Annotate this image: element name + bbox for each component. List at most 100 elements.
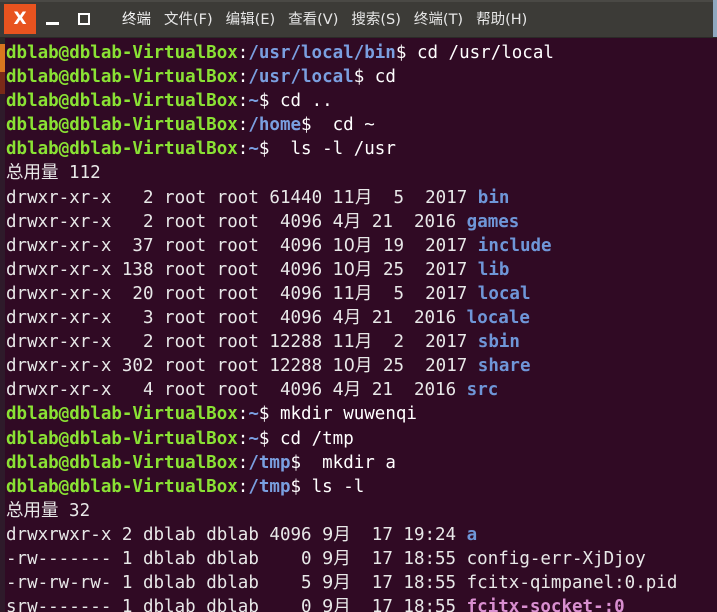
prompt-sigil: $ [395, 43, 407, 63]
file-owner: root [153, 283, 207, 304]
prompt-path: /usr/local [248, 67, 354, 88]
menu-file[interactable]: 文件(F) [164, 8, 213, 29]
file-size: 12288 [258, 332, 333, 353]
file-link-count: 4 [111, 380, 154, 401]
file-permissions: drwxr-xr-x [6, 283, 112, 304]
maximize-button[interactable] [68, 4, 100, 34]
prompt-colon: : [237, 67, 249, 88]
file-month: 9月 [322, 573, 351, 594]
prompt-user-host: dblab@dblab-VirtualBox [6, 43, 238, 63]
file-link-count: 1 [111, 573, 133, 594]
file-month: 11月 [332, 283, 373, 304]
file-name: src [466, 380, 499, 401]
file-link-count: 3 [111, 308, 154, 329]
table-row: drwxrwxr-x 2 dblab dblab 4096 9月 17 19:2… [6, 523, 717, 547]
file-date: 21 2016 [361, 308, 467, 329]
file-name: locale [466, 308, 530, 329]
file-date: 5 2017 [372, 283, 478, 304]
menu-terminal[interactable]: 终端(T) [414, 8, 463, 29]
terminal-prompt-line: dblab@dblab-VirtualBox:/tmp$ mkdir a [6, 451, 717, 475]
table-row: drwxr-xr-x 2 root root 61440 11月 5 2017 … [6, 186, 717, 210]
menu-edit[interactable]: 编辑(E) [226, 8, 275, 29]
terminal-body[interactable]: dblab@dblab-VirtualBox:/usr/local/bin$ c… [0, 38, 717, 612]
file-link-count: 138 [111, 259, 154, 280]
file-group: root [206, 235, 259, 256]
file-group: dblab [195, 548, 259, 569]
file-owner: root [153, 187, 207, 208]
file-permissions: -rw------- [6, 548, 112, 569]
window-controls: X [4, 0, 100, 37]
prompt-sigil: $ [258, 91, 270, 112]
menu-view[interactable]: 查看(V) [288, 8, 338, 29]
file-size: 0 [258, 548, 323, 569]
table-row: drwxr-xr-x 3 root root 4096 4月 21 2016 l… [6, 306, 717, 330]
file-name: local [477, 283, 531, 304]
titlebar-right-edge [713, 0, 717, 37]
file-permissions: drwxrwxr-x [6, 524, 112, 545]
file-permissions: drwxr-xr-x [6, 259, 112, 280]
file-size: 4096 [258, 380, 333, 401]
menu-search[interactable]: 搜索(S) [351, 8, 401, 29]
prompt-sigil: $ [301, 115, 312, 136]
file-name: lib [477, 259, 510, 280]
file-month: 10月 [332, 235, 373, 256]
table-row: drwxr-xr-x 37 root root 4096 10月 19 2017… [6, 234, 717, 258]
file-date: 17 18:55 [350, 548, 467, 569]
file-name: fcitx-qimpanel:0.pid [466, 573, 678, 594]
file-group: root [206, 187, 259, 208]
listing-total-label: 总用量 [6, 163, 59, 184]
prompt-path: ~ [248, 139, 259, 160]
prompt-command: ls -l [301, 476, 365, 497]
file-permissions: drwxr-xr-x [6, 308, 112, 329]
table-row: srw------- 1 dblab dblab 0 9月 17 18:55 f… [6, 595, 717, 612]
file-link-count: 302 [111, 356, 154, 377]
file-date: 21 2016 [361, 380, 467, 401]
prompt-command: cd ~ [311, 115, 375, 136]
file-size: 4096 [258, 211, 333, 232]
prompt-path: /tmp [248, 476, 291, 497]
file-link-count: 1 [111, 597, 133, 612]
file-permissions: drwxr-xr-x [6, 356, 112, 377]
close-icon: X [13, 8, 27, 29]
terminal-screen[interactable]: dblab@dblab-VirtualBox:/usr/local/bin$ c… [0, 38, 717, 612]
file-owner: root [153, 332, 207, 353]
table-row: drwxr-xr-x 2 root root 4096 4月 21 2016 g… [6, 210, 717, 234]
prompt-user-host: dblab@dblab-VirtualBox [6, 91, 238, 112]
prompt-sigil: $ [353, 67, 365, 88]
file-date: 25 2017 [372, 259, 478, 280]
prompt-command: mkdir wuwenqi [269, 404, 417, 425]
prompt-command: cd /usr/local [406, 43, 554, 63]
titlebar-accent [0, 0, 717, 2]
prompt-sigil: $ [290, 476, 302, 497]
file-permissions: drwxr-xr-x [6, 211, 112, 232]
file-group: root [206, 356, 259, 377]
terminal-prompt-line: dblab@dblab-VirtualBox:~$ ls -l /usr [6, 137, 717, 161]
prompt-command: mkdir a [301, 452, 396, 473]
prompt-user-host: dblab@dblab-VirtualBox [6, 452, 238, 473]
prompt-path: /usr/local/bin [248, 43, 396, 63]
file-name: bin [477, 187, 510, 208]
prompt-colon: : [237, 139, 249, 160]
terminal-prompt-line: dblab@dblab-VirtualBox:~$ mkdir wuwenqi [6, 402, 717, 426]
file-date: 17 18:55 [350, 597, 467, 612]
minimize-button[interactable] [36, 4, 68, 34]
file-permissions: drwxr-xr-x [6, 187, 112, 208]
file-owner: root [153, 235, 207, 256]
file-permissions: drwxr-xr-x [6, 380, 112, 401]
prompt-user-host: dblab@dblab-VirtualBox [6, 476, 238, 497]
file-date: 25 2017 [372, 356, 478, 377]
table-row: drwxr-xr-x 138 root root 4096 10月 25 201… [6, 258, 717, 282]
file-size: 5 [258, 573, 323, 594]
file-group: root [206, 283, 259, 304]
file-link-count: 2 [111, 524, 133, 545]
menu-help[interactable]: 帮助(H) [476, 8, 527, 29]
file-link-count: 2 [111, 211, 154, 232]
prompt-colon: : [237, 43, 249, 63]
file-month: 4月 [332, 211, 362, 232]
prompt-sigil: $ [290, 452, 302, 473]
prompt-colon: : [237, 115, 249, 136]
file-group: root [206, 308, 259, 329]
file-group: root [206, 332, 259, 353]
file-date: 19 2017 [372, 235, 478, 256]
close-button[interactable]: X [4, 3, 36, 34]
